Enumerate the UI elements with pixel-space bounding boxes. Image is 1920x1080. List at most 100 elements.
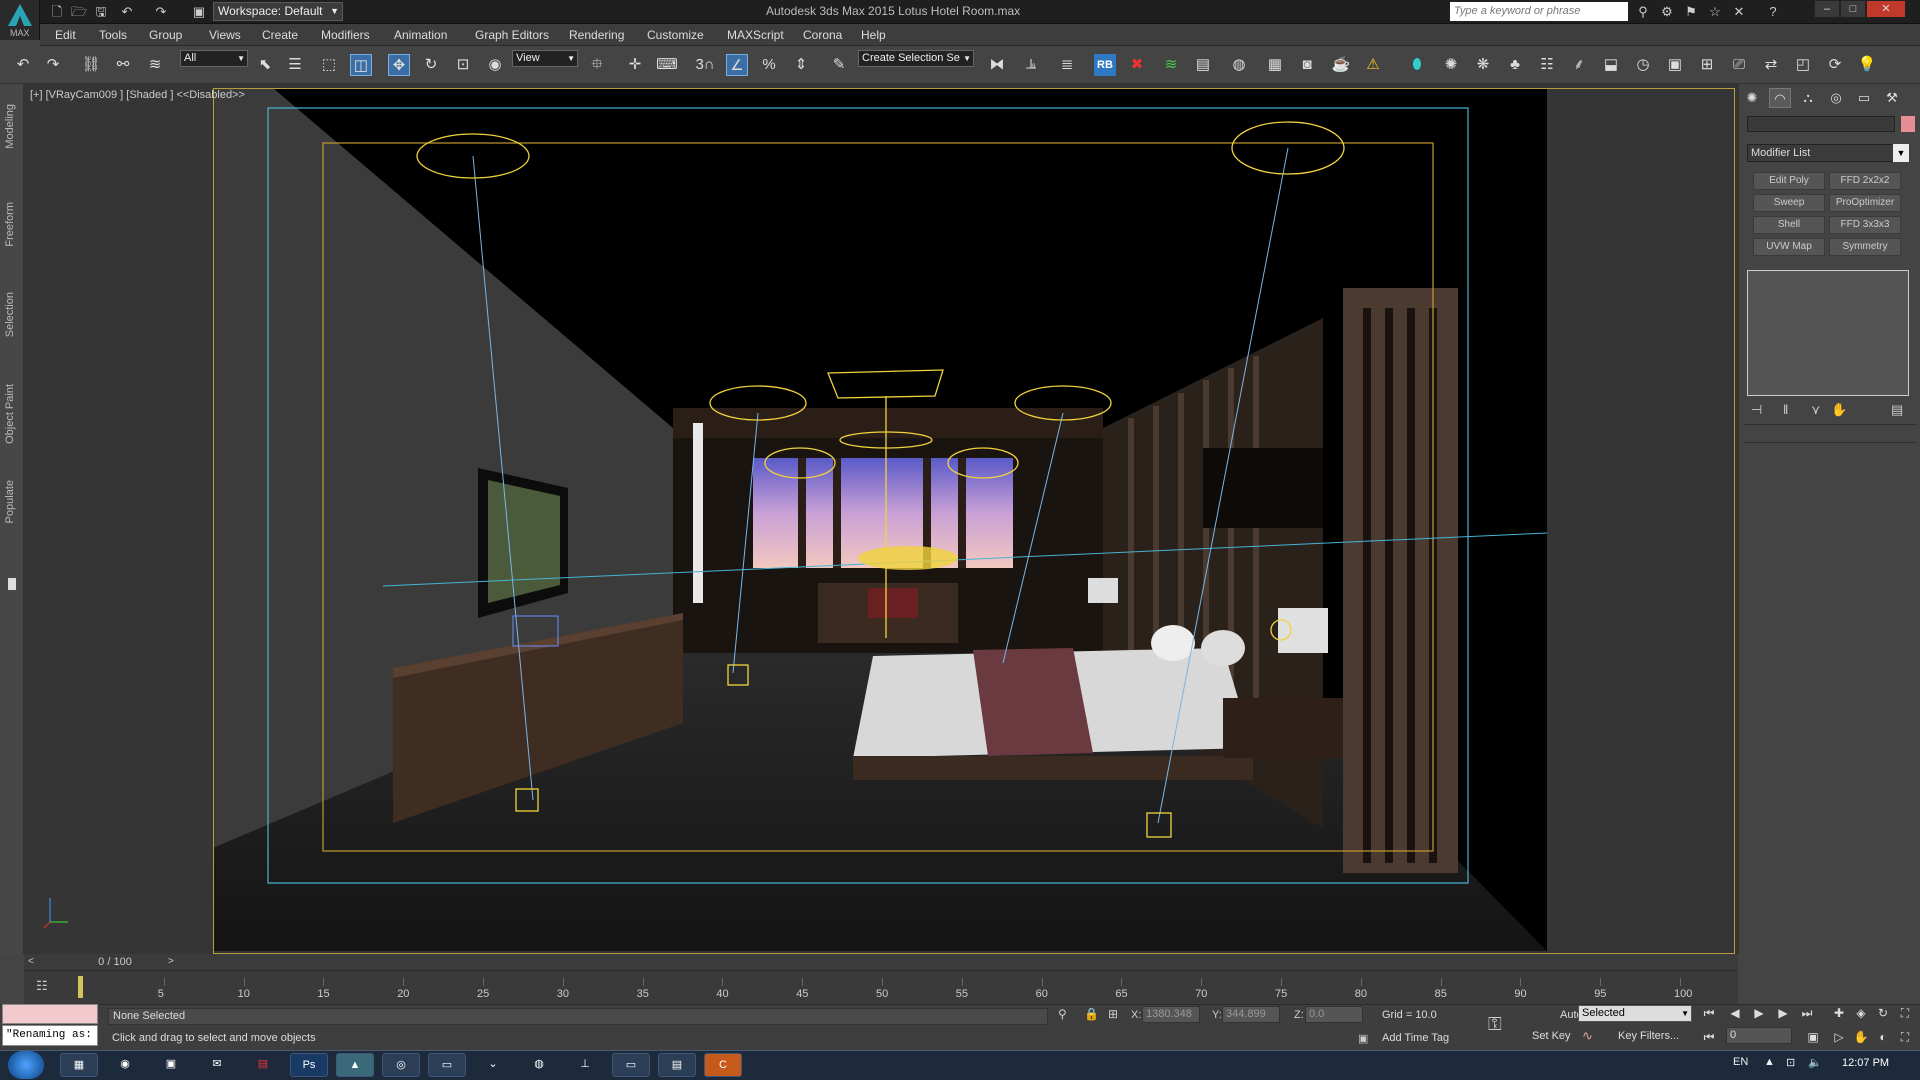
project-folder-icon[interactable]: ▣ — [190, 3, 208, 21]
minimize-button[interactable]: – — [1814, 0, 1840, 18]
maxscript-listener-input[interactable] — [2, 1004, 98, 1024]
store-icon[interactable]: ▣ — [152, 1053, 190, 1077]
hierarchy-tab-icon[interactable]: ⛬ — [1797, 88, 1819, 108]
exchange-icon[interactable]: ✕ — [1730, 3, 1748, 21]
maximize-viewport-icon[interactable]: ⛶ — [1896, 1006, 1914, 1021]
menu-tools[interactable]: Tools — [99, 28, 127, 42]
viewport-label[interactable]: [+] [VRayCam009 ] [Shaded ] <<Disabled>> — [30, 89, 245, 101]
modifier-stack[interactable] — [1747, 270, 1909, 396]
angle-snap-icon[interactable]: ∠ — [726, 54, 748, 76]
menu-group[interactable]: Group — [149, 28, 182, 42]
time-prev-icon[interactable]: < — [28, 956, 34, 967]
menu-edit[interactable]: Edit — [55, 28, 76, 42]
ref-coord-dropdown[interactable]: View ▼ — [512, 50, 578, 67]
lock-selection-icon[interactable]: 🔒 — [1084, 1007, 1099, 1021]
forest-icon[interactable]: ♣ — [1504, 54, 1526, 76]
transform-gizmo-icon[interactable]: ✛ — [624, 54, 646, 76]
favorites-star-icon[interactable]: ☆ — [1706, 3, 1724, 21]
layers-icon[interactable]: ≋ — [1160, 54, 1182, 76]
menu-help[interactable]: Help — [861, 28, 886, 42]
time-config-icon[interactable]: ▣ — [1804, 1030, 1822, 1044]
tab-object-paint[interactable]: Object Paint — [4, 384, 20, 444]
open-file-icon[interactable]: 🗁 — [70, 3, 88, 21]
menu-rendering[interactable]: Rendering — [569, 28, 624, 42]
named-selection-set-dropdown[interactable]: Create Selection Se ▼ — [858, 50, 974, 67]
play-icon[interactable]: ▶ — [1750, 1006, 1768, 1020]
start-button[interactable] — [8, 1051, 44, 1079]
interactive-icon[interactable]: ⟳ — [1824, 54, 1846, 76]
help-icon[interactable]: ? — [1764, 3, 1782, 21]
spinner-snap-icon[interactable]: ⇕ — [790, 54, 812, 76]
3dsmax-icon[interactable]: ▲ — [336, 1053, 374, 1077]
menu-modifiers[interactable]: Modifiers — [321, 28, 370, 42]
bind-space-warp-icon[interactable]: ≋ — [144, 54, 166, 76]
scene-converter-icon[interactable]: ⇄ — [1760, 54, 1782, 76]
place-icon[interactable]: ◉ — [484, 54, 506, 76]
modifier-button-edit-poly[interactable]: Edit Poly — [1753, 172, 1825, 190]
menu-corona[interactable]: Corona — [803, 28, 842, 42]
render-setup-icon[interactable]: ☕ — [1330, 54, 1352, 76]
maximize-button[interactable]: □ — [1840, 0, 1866, 18]
percent-snap-icon[interactable]: % — [758, 54, 780, 76]
camera-viewport-render[interactable] — [213, 88, 1547, 951]
link-icon[interactable]: ⛓ — [80, 54, 102, 76]
menu-graph-editors[interactable]: Graph Editors — [475, 28, 549, 42]
vray-icon[interactable]: ⌄ — [474, 1053, 512, 1077]
key-filters-button[interactable]: Key Filters... — [1618, 1030, 1679, 1042]
align-icon[interactable]: ⫡ — [1020, 54, 1042, 76]
modifier-button-shell[interactable]: Shell — [1753, 216, 1825, 234]
photoshop-icon[interactable]: Ps — [290, 1053, 328, 1077]
sun-icon[interactable]: ✺ — [1440, 54, 1462, 76]
object-name-field[interactable] — [1747, 116, 1895, 132]
configure-sets-icon[interactable]: ▤ — [1891, 402, 1903, 418]
tray-arrow-icon[interactable]: ▲ — [1764, 1056, 1775, 1068]
proxy-icon[interactable]: ⬓ — [1600, 54, 1622, 76]
app-logo-button[interactable]: MAX — [0, 0, 40, 40]
tab-selection[interactable]: Selection — [4, 292, 20, 337]
modifier-button-uvw-map[interactable]: UVW Map — [1753, 238, 1825, 256]
previous-frame-icon[interactable]: ◀ — [1726, 1006, 1744, 1020]
modify-tab-icon[interactable]: ◠ — [1769, 88, 1791, 108]
time-slider[interactable] — [24, 954, 1738, 970]
rb-plugin-icon[interactable]: RB — [1094, 54, 1116, 76]
light-icon[interactable]: ⬮ — [1406, 54, 1428, 76]
add-time-tag[interactable]: Add Time Tag — [1382, 1032, 1449, 1044]
app-icon[interactable]: ◎ — [382, 1053, 420, 1077]
scatter-icon[interactable]: ⸙ — [1568, 54, 1590, 76]
warning-icon[interactable]: ⚠ — [1362, 54, 1384, 76]
zoom-all-icon[interactable]: ◈ — [1852, 1006, 1870, 1020]
workspace-dropdown[interactable]: Workspace: Default ▼ — [213, 2, 343, 21]
subscription-icon[interactable]: ⚙ — [1658, 3, 1676, 21]
material-editor-icon[interactable]: ◙ — [1296, 54, 1318, 76]
modifier-button-ffd2[interactable]: FFD 2x2x2 — [1829, 172, 1901, 190]
select-scale-icon[interactable]: ⊡ — [452, 54, 474, 76]
go-to-end-icon[interactable]: ⏭ — [1798, 1006, 1816, 1021]
render-icon[interactable]: ◷ — [1632, 54, 1654, 76]
modifier-button-ffd3[interactable]: FFD 3x3x3 — [1829, 216, 1901, 234]
menu-customize[interactable]: Customize — [647, 28, 704, 42]
modifier-button-symmetry[interactable]: Symmetry — [1829, 238, 1901, 256]
acrobat-icon[interactable]: ▤ — [244, 1053, 282, 1077]
menu-maxscript[interactable]: MAXScript — [727, 28, 784, 42]
menu-animation[interactable]: Animation — [394, 28, 447, 42]
display-tab-icon[interactable]: ▭ — [1853, 88, 1875, 108]
x-coord-field[interactable]: 1380.348 — [1142, 1006, 1200, 1023]
screen-icon[interactable]: ▭ — [612, 1053, 650, 1077]
motion-tab-icon[interactable]: ◎ — [1825, 88, 1847, 108]
clean-scene-icon[interactable]: ✖ — [1126, 54, 1148, 76]
select-rotate-icon[interactable]: ↻ — [420, 54, 442, 76]
modifier-button-prooptimizer[interactable]: ProOptimizer — [1829, 194, 1901, 212]
corona-icon[interactable]: C — [704, 1053, 742, 1077]
unlink-icon[interactable]: ⚯ — [112, 54, 134, 76]
selection-filter-dropdown[interactable]: All ▼ — [180, 50, 248, 67]
show-end-result-icon[interactable]: ‖ — [1783, 402, 1788, 417]
edit-named-selection-icon[interactable]: ✎ — [828, 54, 850, 76]
language-indicator[interactable]: EN — [1733, 1056, 1748, 1068]
create-tab-icon[interactable]: ✺ — [1741, 88, 1763, 108]
lightbulb-icon[interactable]: 💡 — [1856, 54, 1878, 76]
utilities-tab-icon[interactable]: ⚒ — [1881, 88, 1903, 108]
key-mode-toggle-icon[interactable]: ⏮ — [1700, 1030, 1718, 1045]
window-icon[interactable]: ▤ — [658, 1053, 696, 1077]
particles-icon[interactable]: ❋ — [1472, 54, 1494, 76]
zoom-icon[interactable]: ✚ — [1830, 1006, 1848, 1020]
